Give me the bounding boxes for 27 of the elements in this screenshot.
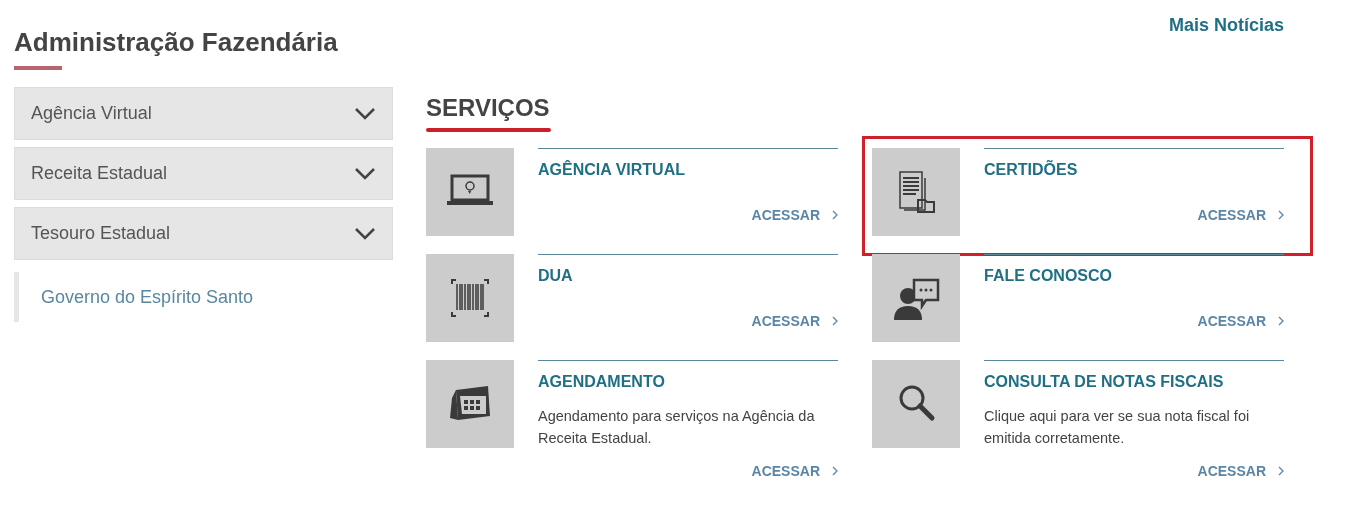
- accordion-item[interactable]: Receita Estadual: [14, 147, 393, 200]
- service-title[interactable]: FALE CONOSCO: [984, 255, 1284, 286]
- service-description: Agendamento para serviços na Agência da Receita Estadual.: [538, 407, 816, 448]
- chevron-icon: [1278, 316, 1284, 326]
- chevron-icon: [1278, 466, 1284, 476]
- access-link[interactable]: ACESSAR: [751, 461, 838, 481]
- section-title: Administração Fazendária: [14, 26, 339, 58]
- service-title[interactable]: AGÊNCIA VIRTUAL: [538, 149, 838, 180]
- service-title[interactable]: DUA: [538, 255, 838, 286]
- news-link[interactable]: Mais Notícias: [1168, 13, 1284, 37]
- services-heading: SERVIÇOS: [426, 93, 551, 123]
- chevron-icon: [832, 210, 838, 220]
- governo-link[interactable]: Governo do Espírito Santo: [41, 283, 254, 311]
- chevron-icon: [1278, 210, 1284, 220]
- accordion-item[interactable]: Agência Virtual: [14, 87, 393, 140]
- access-link[interactable]: ACESSAR: [751, 311, 838, 331]
- chevron-icon: [832, 466, 838, 476]
- access-link[interactable]: ACESSAR: [1197, 461, 1284, 481]
- access-link[interactable]: ACESSAR: [1197, 205, 1284, 225]
- access-link[interactable]: ACESSAR: [751, 205, 838, 225]
- chevron-icon: [832, 316, 838, 326]
- service-title[interactable]: CONSULTA DE NOTAS FISCAIS: [984, 361, 1284, 392]
- access-link[interactable]: ACESSAR: [1197, 311, 1284, 331]
- service-title[interactable]: CERTIDÕES: [984, 149, 1284, 180]
- service-description: Clique aqui para ver se sua nota fiscal foi emitida corretamente.: [984, 407, 1251, 448]
- accordion-item[interactable]: Tesouro Estadual: [14, 207, 393, 260]
- service-title[interactable]: AGENDAMENTO: [538, 361, 838, 392]
